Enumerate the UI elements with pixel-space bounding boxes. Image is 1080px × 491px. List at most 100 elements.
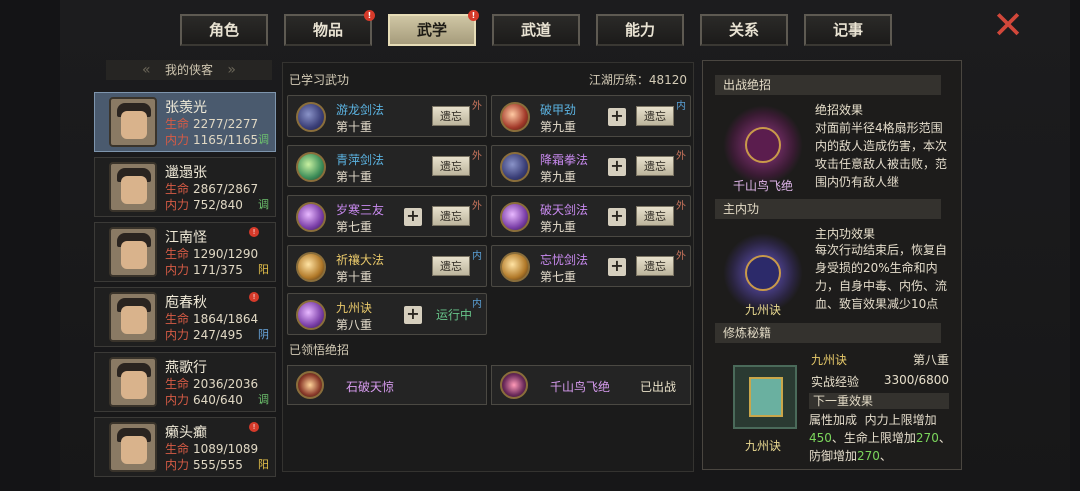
tab-role[interactable]: 角色	[180, 14, 268, 46]
skill-card[interactable]: 祈禳大法 第十重 遗忘 内	[287, 245, 487, 287]
next-level-bonus: 属性加成 内力上限增加450、生命上限增加270、防御增加270、	[809, 413, 951, 463]
forget-button[interactable]: 遗忘	[432, 106, 470, 126]
skill-name: 忘忧剑法	[540, 253, 589, 267]
upgrade-button[interactable]: +	[608, 258, 626, 276]
forget-button[interactable]: 遗忘	[432, 156, 470, 176]
skill-type-tag: 内	[472, 251, 482, 262]
skill-card[interactable]: 九州诀 第八重 + 运行中 内	[287, 293, 487, 335]
skill-card[interactable]: 破天剑法 第九重 + 遗忘 外	[491, 195, 691, 237]
hero-tag: 阴	[258, 328, 269, 341]
battle-ultimate-header: 出战绝招	[715, 75, 941, 95]
hero-name: 庖春秋	[165, 295, 207, 311]
skill-level: 第八重	[336, 318, 373, 332]
hero-card[interactable]: 江南怪 生命 1290/1290 内力 171/375 阳 !	[94, 222, 276, 282]
avatar	[109, 162, 157, 212]
hero-card[interactable]: 邋遢张 生命 2867/2867 内力 752/840 调	[94, 157, 276, 217]
skill-level: 第九重	[540, 170, 577, 184]
avatar	[109, 227, 157, 277]
stone-break-icon	[296, 371, 324, 399]
forget-button[interactable]: 遗忘	[432, 256, 470, 276]
hero-mp: 内力 752/840	[165, 198, 243, 212]
hero-list-title: « 我的侠客 »	[106, 60, 272, 80]
skill-type-tag: 外	[472, 201, 482, 212]
forget-button[interactable]: 遗忘	[432, 206, 470, 226]
hero-tag: 调	[258, 393, 269, 406]
forget-button[interactable]: 遗忘	[636, 156, 674, 176]
skill-level: 第七重	[540, 270, 577, 284]
skill-type-tag: 内	[472, 299, 482, 310]
manual-header: 修炼秘籍	[715, 323, 941, 343]
hero-card[interactable]: 燕歌行 生命 2036/2036 内力 640/640 调	[94, 352, 276, 412]
skill-level: 第九重	[540, 220, 577, 234]
manual-book-icon[interactable]	[733, 365, 797, 429]
bird-icon	[500, 371, 528, 399]
skill-card[interactable]: 青萍剑法 第十重 遗忘 外	[287, 145, 487, 187]
inner-art-name: 九州诀	[744, 303, 781, 317]
ultimates-title: 已领悟绝招	[289, 343, 350, 357]
hero-name: 张羡光	[165, 100, 207, 116]
alert-badge: !	[249, 422, 259, 432]
hero-list: 张羡光 生命 2277/2277 内力 1165/1165 调 邋遢张 生命 2867…	[94, 92, 276, 482]
skill-card[interactable]: 岁寒三友 第七重 + 遗忘 外	[287, 195, 487, 237]
skill-card[interactable]: 忘忧剑法 第七重 + 遗忘 外	[491, 245, 691, 287]
inner-effect-text: 每次行动结束后，恢复自身受损的20%生命和内力，自身中毒、内伤、流血、致盲效果减…	[815, 243, 948, 311]
skill-name: 破甲劲	[540, 103, 577, 117]
skill-icon	[296, 102, 326, 132]
hero-card[interactable]: 张羡光 生命 2277/2277 内力 1165/1165 调	[94, 92, 276, 152]
tab-martial-way[interactable]: 武道	[492, 14, 580, 46]
manual-level: 第八重	[912, 353, 949, 367]
hero-name: 江南怪	[165, 230, 207, 246]
skill-level: 第十重	[336, 120, 373, 134]
chevron-right-icon[interactable]: »	[227, 60, 236, 80]
skill-type-tag: 外	[472, 101, 482, 112]
alert-badge: !	[468, 10, 479, 21]
upgrade-button[interactable]: +	[404, 306, 422, 324]
skill-level: 第十重	[336, 270, 373, 284]
skill-icon	[500, 102, 530, 132]
manual-name: 九州诀	[811, 353, 848, 367]
skill-name: 岁寒三友	[336, 203, 385, 217]
hero-mp: 内力 640/640	[165, 393, 243, 407]
close-icon[interactable]: ✕	[990, 6, 1026, 44]
hero-mp: 内力 171/375	[165, 263, 243, 277]
next-level-header: 下一重效果	[809, 393, 949, 409]
chevron-left-icon[interactable]: «	[142, 60, 151, 80]
battle-effect-title: 绝招效果	[815, 103, 864, 117]
hero-mp: 内力 247/495	[165, 328, 243, 342]
tab-martial-arts[interactable]: 武学!	[388, 10, 479, 46]
skill-icon	[296, 202, 326, 232]
upgrade-button[interactable]: +	[608, 208, 626, 226]
hero-card[interactable]: 庖春秋 生命 1864/1864 内力 247/495 阴 !	[94, 287, 276, 347]
inner-art-header: 主内功	[715, 199, 941, 219]
forget-button[interactable]: 遗忘	[636, 106, 674, 126]
hero-tag: 调	[258, 198, 269, 211]
skill-icon	[296, 300, 326, 330]
ultimate-name: 石破天惊	[346, 380, 395, 394]
experience-counter: 江湖历练：48120	[588, 73, 687, 87]
tab-items[interactable]: 物品!	[284, 10, 375, 46]
ultimate-card[interactable]: 石破天惊	[287, 365, 487, 405]
forget-button[interactable]: 遗忘	[636, 206, 674, 226]
skill-card[interactable]: 降霜拳法 第九重 + 遗忘 外	[491, 145, 691, 187]
skill-card[interactable]: 游龙剑法 第十重 遗忘 外	[287, 95, 487, 137]
hero-name: 燕歌行	[165, 360, 207, 376]
avatar	[109, 292, 157, 342]
hero-hp: 生命 2036/2036	[165, 377, 259, 391]
hero-name: 邋遢张	[165, 165, 207, 181]
upgrade-button[interactable]: +	[404, 208, 422, 226]
upgrade-button[interactable]: +	[608, 158, 626, 176]
skill-name: 祈禳大法	[336, 253, 385, 267]
upgrade-button[interactable]: +	[608, 108, 626, 126]
skill-type-tag: 外	[676, 251, 686, 262]
tab-relations[interactable]: 关系	[700, 14, 788, 46]
skill-card[interactable]: 破甲劲 第九重 + 遗忘 内	[491, 95, 691, 137]
ultimate-card[interactable]: 千山鸟飞绝 已出战	[491, 365, 691, 405]
tab-ability[interactable]: 能力	[596, 14, 684, 46]
hero-card[interactable]: 癞头癫 生命 1089/1089 内力 555/555 阳 !	[94, 417, 276, 477]
tab-journal[interactable]: 记事	[804, 14, 892, 46]
hero-hp: 生命 1290/1290	[165, 247, 259, 261]
exp-label: 实战经验	[811, 375, 860, 389]
forget-button[interactable]: 遗忘	[636, 256, 674, 276]
skill-level: 第九重	[540, 120, 577, 134]
battle-ultimate-emblem[interactable]	[723, 105, 803, 185]
